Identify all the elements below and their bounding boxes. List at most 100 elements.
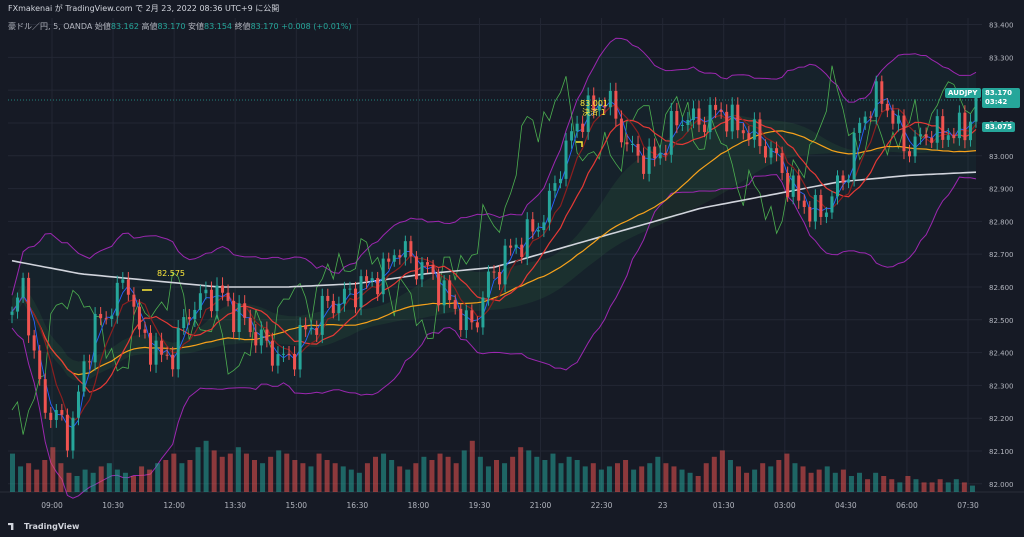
- candle-body: [852, 132, 856, 180]
- volume-bar: [832, 472, 838, 492]
- y-tick-label: 82.700: [989, 251, 1014, 259]
- candle-body: [919, 134, 923, 137]
- candle-body: [121, 279, 125, 283]
- candle-body: [775, 148, 779, 154]
- volume-bar: [106, 463, 112, 492]
- candle-body: [342, 288, 346, 304]
- candle-body: [747, 133, 751, 140]
- volume-bar: [179, 463, 185, 492]
- volume-bar: [590, 463, 596, 492]
- candle-body: [259, 329, 263, 346]
- volume-bar: [510, 456, 516, 492]
- candle-body: [824, 212, 828, 217]
- candle-body: [337, 303, 341, 314]
- candle-body: [763, 146, 767, 158]
- candle-body: [276, 354, 280, 366]
- candle-body: [536, 230, 540, 232]
- candle-body: [409, 241, 413, 257]
- candle-body: [226, 292, 230, 301]
- volume-bar: [889, 479, 895, 492]
- last-price-tag: 83.170 03:42: [982, 88, 1020, 108]
- volume-bar: [494, 460, 499, 492]
- candle-body: [464, 310, 468, 331]
- candle-body: [498, 272, 502, 285]
- candle-body: [819, 195, 823, 217]
- candle-body: [459, 308, 463, 331]
- volume-bar: [324, 460, 330, 492]
- volume-bar: [405, 469, 411, 492]
- symbol-label: 豪ドル／円, 5, OANDA: [8, 22, 93, 31]
- candle-body: [758, 119, 762, 147]
- candle-body: [481, 297, 485, 328]
- volume-bar: [800, 466, 806, 492]
- volume-bar: [10, 453, 15, 492]
- candle-body: [392, 255, 396, 262]
- ma-price-tag: 83.075: [982, 122, 1016, 132]
- y-tick-label: 82.200: [989, 415, 1014, 423]
- volume-bar: [308, 466, 314, 492]
- candle-body: [941, 116, 945, 140]
- volume-bar: [897, 482, 903, 492]
- volume-bar: [485, 466, 491, 492]
- volume-bar: [18, 466, 24, 492]
- candle-body: [885, 103, 889, 111]
- candle-body: [619, 118, 623, 143]
- volume-bar: [687, 472, 693, 492]
- candle-body: [38, 350, 42, 380]
- volume-bar: [542, 460, 548, 492]
- x-tick-label: 12:00: [163, 501, 185, 510]
- candle-body: [143, 329, 147, 333]
- candle-body: [730, 104, 734, 132]
- candle-body: [43, 379, 47, 413]
- y-tick-label: 82.900: [989, 186, 1014, 194]
- candle-body: [752, 119, 756, 140]
- candle-body: [104, 318, 108, 320]
- open-label: 始値: [94, 22, 111, 31]
- candle-body: [642, 155, 646, 174]
- candle-body: [658, 153, 662, 159]
- volume-bar: [639, 466, 645, 492]
- candle-body: [736, 104, 740, 131]
- candle-body: [154, 340, 158, 365]
- volume-bar: [558, 463, 564, 492]
- volume-bar: [752, 469, 758, 492]
- candle-body: [492, 271, 496, 273]
- candle-body: [719, 109, 723, 112]
- candle-body: [669, 111, 673, 155]
- candle-body: [957, 112, 961, 139]
- volume-bar: [518, 447, 524, 492]
- candle-body: [564, 140, 568, 179]
- candle-body: [132, 294, 136, 307]
- candle-body: [525, 219, 529, 258]
- candle-body: [115, 282, 119, 316]
- candle-body: [935, 116, 939, 143]
- candle-body: [281, 353, 285, 355]
- volume-bar: [671, 466, 677, 492]
- volume-bar: [719, 450, 725, 492]
- candle-body: [470, 310, 474, 323]
- candle-body: [453, 300, 457, 309]
- volume-bar: [768, 466, 774, 492]
- candle-body: [780, 153, 784, 173]
- volume-bar: [74, 476, 80, 492]
- volume-bar: [703, 463, 709, 492]
- publish-info: FXmakenai が TradingView.com で 2月 23, 202…: [8, 3, 279, 14]
- volume-bar: [606, 466, 612, 492]
- candle-body: [265, 329, 269, 341]
- price-chart[interactable]: 83.40083.30083.20083.10083.00082.90082.8…: [0, 0, 1024, 537]
- volume-bar: [469, 440, 475, 492]
- tradingview-brand[interactable]: TradingView: [8, 522, 79, 531]
- candle-body: [869, 116, 873, 118]
- volume-bar: [655, 456, 661, 492]
- volume-bar: [211, 450, 217, 492]
- volume-bar: [243, 453, 249, 492]
- symbol-price-tag: AUDJPY: [945, 88, 981, 98]
- volume-bar: [711, 456, 717, 492]
- volume-bar: [227, 453, 233, 492]
- volume-bar: [122, 472, 128, 492]
- volume-bar: [598, 469, 604, 492]
- candle-body: [653, 146, 657, 159]
- candle-body: [514, 244, 518, 248]
- volume-bar: [348, 469, 354, 492]
- volume-bar: [623, 460, 629, 492]
